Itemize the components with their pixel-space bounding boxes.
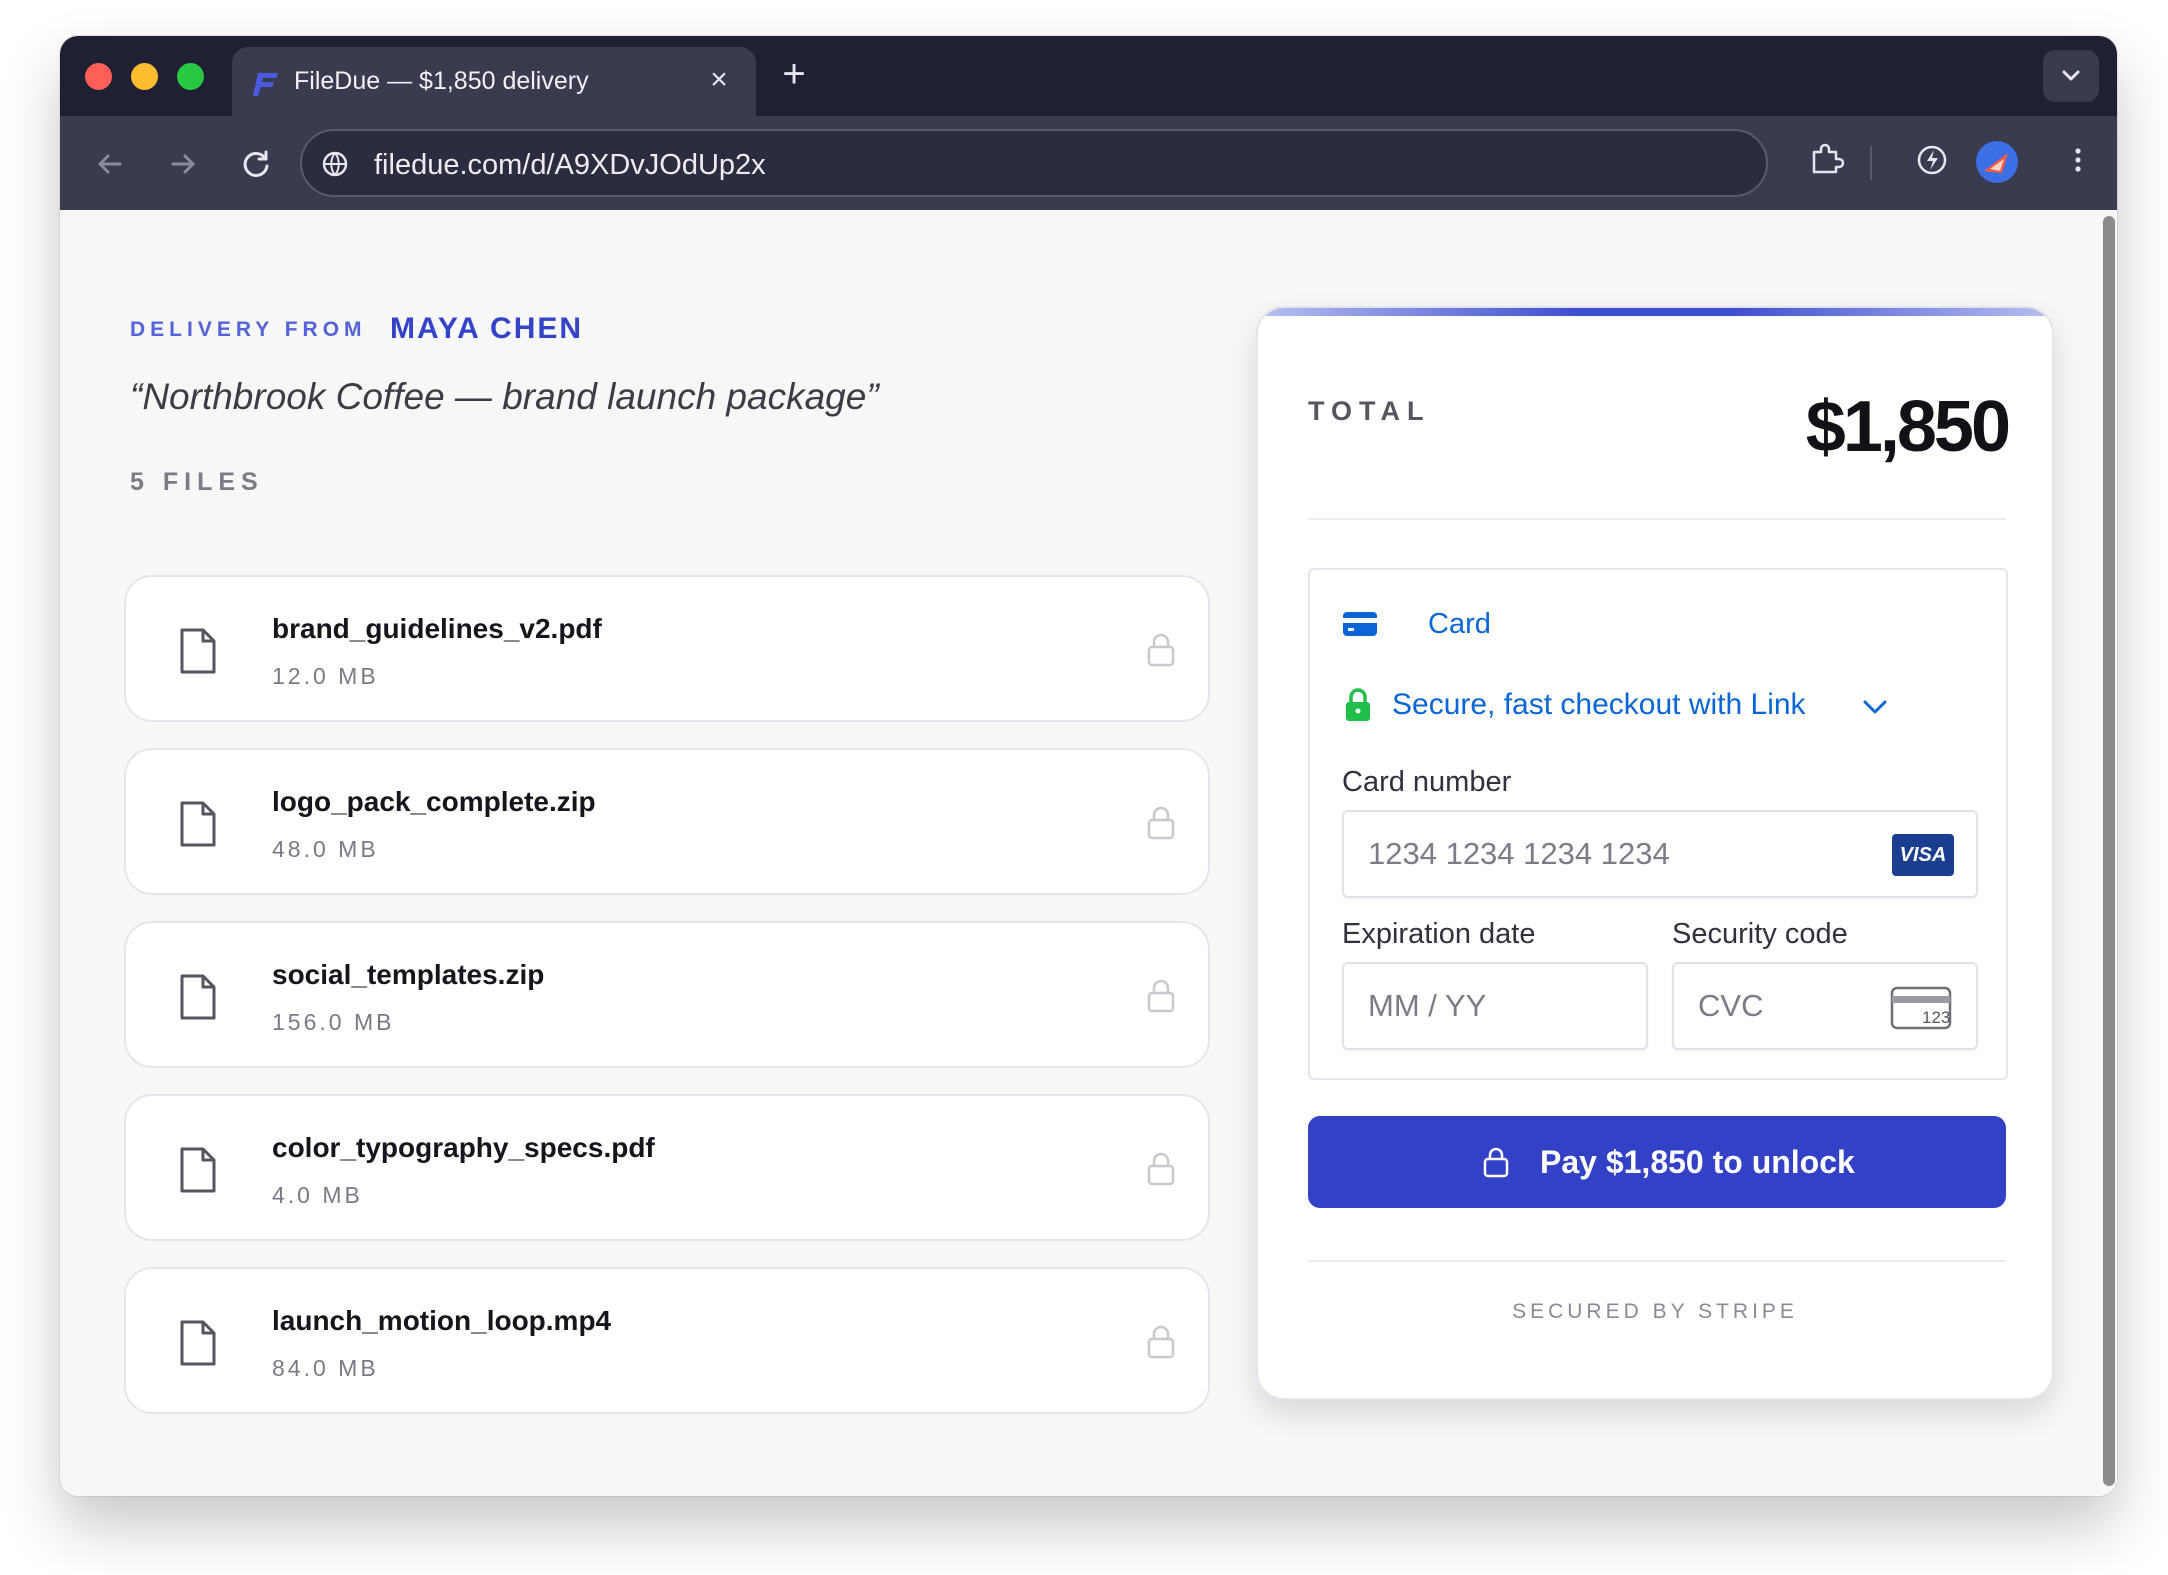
stripe-payment-element: Card Secure, fast checkout with Link Car… [1308,568,2008,1080]
file-size: 84.0 MB [272,1355,379,1381]
cvc-icon-text: 123 [1922,1008,1950,1027]
tab-search-button[interactable] [2043,50,2099,102]
total-label: TOTAL [1308,396,1431,426]
card-number-input[interactable] [1368,836,1952,872]
file-row[interactable]: brand_guidelines_v2.pdf 12.0 MB [124,575,1210,722]
file-name: color_typography_specs.pdf [272,1132,655,1163]
file-icon [180,974,216,1020]
file-row[interactable]: logo_pack_complete.zip 48.0 MB [124,748,1210,895]
site-info-icon[interactable] [320,149,350,179]
project-title: “Northbrook Coffee — brand launch packag… [130,376,879,417]
expiry-field[interactable] [1342,962,1648,1050]
card-number-label: Card number [1342,766,1512,798]
address-bar[interactable]: filedue.com/d/A9XDvJOdUp2x [300,129,1768,197]
pay-button[interactable]: Pay $1,850 to unlock [1308,1116,2006,1208]
active-tab[interactable]: FileDue — $1,850 delivery × [232,47,756,116]
lock-icon [1147,806,1175,840]
divider [1308,518,2006,520]
security-code-label: Security code [1672,918,1848,950]
pay-button-label: Pay $1,850 to unlock [1540,1144,1855,1180]
page-scrollbar[interactable] [2103,216,2115,1486]
file-row[interactable]: color_typography_specs.pdf 4.0 MB [124,1094,1210,1241]
new-tab-button[interactable]: + [774,54,814,96]
sender-name: MAYA CHEN [390,312,584,345]
lock-icon [1346,688,1370,721]
close-window-button[interactable] [85,63,112,90]
forward-arrow-icon[interactable] [163,144,203,184]
lock-icon [1147,1152,1175,1186]
file-size: 4.0 MB [272,1182,363,1208]
file-name: social_templates.zip [272,959,545,990]
file-icon [180,1147,216,1193]
secured-by-stripe: SECURED BY STRIPE [1512,1300,1798,1323]
kebab-menu-icon[interactable] [2056,138,2100,182]
filedue-favicon-icon [253,73,278,96]
panel-accent-bar [1258,308,2052,316]
url-text: filedue.com/d/A9XDvJOdUp2x [374,149,766,181]
files-count: 5 FILES [130,468,264,496]
file-row[interactable]: social_templates.zip 156.0 MB [124,921,1210,1068]
extensions-icon[interactable] [1804,138,1848,182]
chevron-down-icon[interactable] [1860,696,1890,718]
back-arrow-icon[interactable] [90,144,130,184]
lock-icon [1483,1147,1509,1178]
card-number-field[interactable]: VISA [1342,810,1978,898]
file-size: 12.0 MB [272,663,379,689]
expiry-label: Expiration date [1342,918,1536,950]
file-name: logo_pack_complete.zip [272,786,596,817]
browser-window: FileDue — $1,850 delivery × + filedue.co… [60,36,2117,1496]
divider [1308,1260,2006,1262]
payment-panel: TOTAL $1,850 Card Secure, fast checkout … [1256,306,2054,1400]
file-size: 156.0 MB [272,1009,395,1035]
minimize-window-button[interactable] [131,63,158,90]
tab-title: FileDue — $1,850 delivery [294,67,589,95]
toolbar-divider [1870,146,1872,180]
reload-icon[interactable] [236,144,276,184]
lock-icon [1147,633,1175,667]
maximize-window-button[interactable] [177,63,204,90]
lock-icon [1147,1325,1175,1359]
profile-avatar[interactable] [1976,141,2018,183]
cvc-field[interactable]: 123 [1672,962,1978,1050]
file-icon [180,801,216,847]
file-icon [180,628,216,674]
browser-toolbar: filedue.com/d/A9XDvJOdUp2x [60,116,2117,210]
delivery-from-label: DELIVERY FROM [130,318,367,341]
expiry-input[interactable] [1368,988,1622,1024]
card-icon [1343,612,1377,636]
file-name: launch_motion_loop.mp4 [272,1305,612,1336]
payment-method-card-tab[interactable]: Card [1428,608,1491,641]
avatar-image [1984,153,2008,173]
cvc-card-icon: 123 [1890,986,1952,1030]
file-size: 48.0 MB [272,836,379,862]
file-name: brand_guidelines_v2.pdf [272,613,602,644]
file-row[interactable]: launch_motion_loop.mp4 84.0 MB [124,1267,1210,1414]
visa-logo: VISA [1892,834,1954,876]
page-content: DELIVERY FROM MAYA CHEN “Northbrook Coff… [60,210,2117,1496]
file-icon [180,1320,216,1366]
link-checkout-toggle[interactable]: Secure, fast checkout with Link [1392,688,1806,722]
performance-icon[interactable] [1910,138,1954,182]
tab-strip: FileDue — $1,850 delivery × + [60,36,2117,116]
total-amount: $1,850 [1805,387,2011,467]
lock-icon [1147,979,1175,1013]
tab-close-icon[interactable]: × [702,63,736,97]
chevron-down-icon [2062,70,2080,81]
